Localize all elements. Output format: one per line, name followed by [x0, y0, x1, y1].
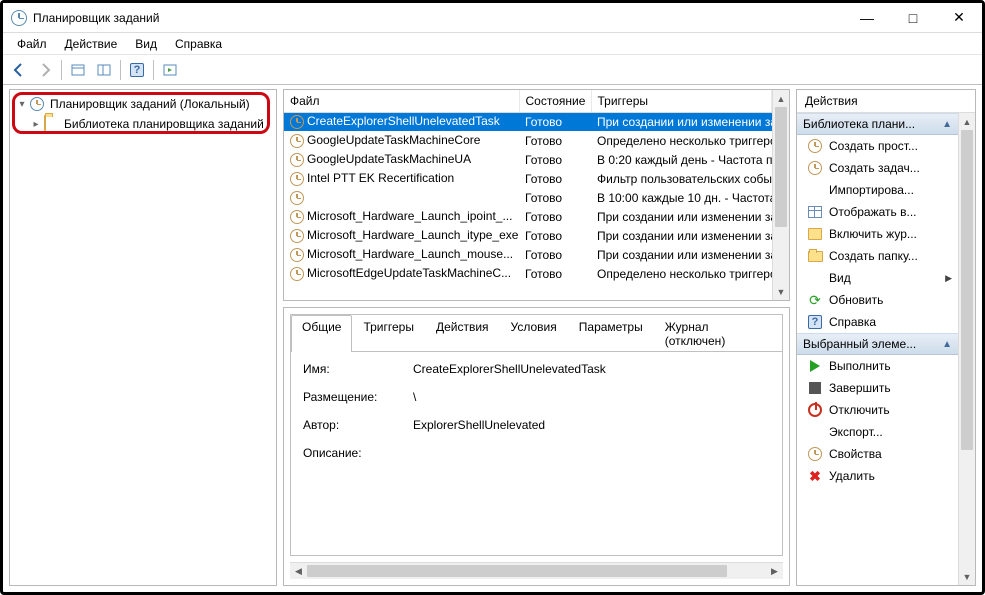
- list-vscrollbar[interactable]: ▲ ▼: [772, 90, 789, 300]
- clock-icon: [290, 115, 304, 129]
- label-author: Автор:: [303, 418, 413, 432]
- chevron-right-icon: ▶: [945, 273, 952, 284]
- menu-view[interactable]: Вид: [127, 35, 165, 53]
- toolbar-btn-3[interactable]: [158, 58, 182, 82]
- value-author: ExplorerShellUnelevated: [413, 418, 545, 432]
- clock-icon: [290, 134, 304, 148]
- action-delete[interactable]: ✖Удалить: [797, 465, 958, 487]
- col-name[interactable]: Файл: [284, 90, 519, 112]
- table-row[interactable]: MicrosoftEdgeUpdateTaskMachineC...Готово…: [284, 264, 772, 283]
- close-button[interactable]: ✕: [936, 3, 982, 33]
- action-properties[interactable]: Свойства: [797, 443, 958, 465]
- action-export[interactable]: Экспорт...: [797, 421, 958, 443]
- action-help[interactable]: ?Справка: [797, 311, 958, 333]
- titlebar: Планировщик заданий — □ ✕: [3, 3, 982, 33]
- actions-group-library[interactable]: Библиотека плани... ▲: [797, 113, 958, 135]
- table-row[interactable]: GoogleUpdateTaskMachineCoreГотовоОпредел…: [284, 131, 772, 150]
- action-new-folder[interactable]: Создать папку...: [797, 245, 958, 267]
- scheduler-icon: [30, 96, 46, 112]
- table-row[interactable]: ГотовоВ 10:00 каждые 10 дн. - Частота по: [284, 188, 772, 207]
- chevron-right-icon[interactable]: ▸: [30, 118, 42, 130]
- tree-root-label: Планировщик заданий (Локальный): [50, 97, 250, 111]
- nav-forward-button[interactable]: [33, 58, 57, 82]
- tree-panel: ▾ Планировщик заданий (Локальный) ▸ Библ…: [9, 89, 277, 586]
- label-name: Имя:: [303, 362, 413, 376]
- minimize-button[interactable]: —: [844, 3, 890, 33]
- col-status[interactable]: Состояние: [519, 90, 591, 112]
- task-list-panel: Файл Состояние Триггеры CreateExplorerSh…: [283, 89, 790, 301]
- clock-icon: [290, 172, 304, 186]
- value-name: CreateExplorerShellUnelevatedTask: [413, 362, 606, 376]
- tab-actions[interactable]: Действия: [425, 315, 500, 352]
- tree-library-label: Библиотека планировщика заданий: [64, 117, 264, 131]
- table-row[interactable]: Microsoft_Hardware_Launch_itype_exeГотов…: [284, 226, 772, 245]
- tab-settings[interactable]: Параметры: [568, 315, 654, 352]
- chevron-up-icon: ▲: [942, 339, 952, 350]
- app-icon: [11, 10, 27, 26]
- menu-file[interactable]: Файл: [9, 35, 55, 53]
- maximize-button[interactable]: □: [890, 3, 936, 33]
- clock-icon: [290, 267, 304, 281]
- menu-help[interactable]: Справка: [167, 35, 230, 53]
- action-display-running[interactable]: Отображать в...: [797, 201, 958, 223]
- toolbar-btn-1[interactable]: [66, 58, 90, 82]
- actions-vscrollbar[interactable]: ▲ ▼: [958, 113, 975, 585]
- window-title: Планировщик заданий: [33, 11, 159, 25]
- action-import[interactable]: Импортирова...: [797, 179, 958, 201]
- table-row[interactable]: GoogleUpdateTaskMachineUAГотовоВ 0:20 ка…: [284, 150, 772, 169]
- label-location: Размещение:: [303, 390, 413, 404]
- clock-icon: [290, 248, 304, 262]
- clock-icon: [290, 191, 304, 205]
- table-row[interactable]: Microsoft_Hardware_Launch_mouse...Готово…: [284, 245, 772, 264]
- action-create-basic[interactable]: Создать прост...: [797, 135, 958, 157]
- actions-group-library-label: Библиотека плани...: [803, 117, 915, 131]
- value-location: \: [413, 390, 416, 404]
- details-panel: Общие Триггеры Действия Условия Параметр…: [283, 307, 790, 586]
- label-description: Описание:: [303, 446, 413, 460]
- table-row[interactable]: CreateExplorerShellUnelevatedTaskГотовоП…: [284, 112, 772, 131]
- nav-back-button[interactable]: [7, 58, 31, 82]
- toolbar-help-button[interactable]: ?: [125, 58, 149, 82]
- details-hscrollbar[interactable]: ◀ ▶: [290, 562, 783, 579]
- actions-group-selected-label: Выбранный элеме...: [803, 337, 916, 351]
- toolbar: ?: [3, 55, 982, 85]
- actions-group-selected[interactable]: Выбранный элеме... ▲: [797, 333, 958, 355]
- toolbar-btn-2[interactable]: [92, 58, 116, 82]
- tree-root[interactable]: ▾ Планировщик заданий (Локальный): [14, 94, 272, 114]
- chevron-up-icon: ▲: [942, 119, 952, 130]
- action-refresh[interactable]: ⟳Обновить: [797, 289, 958, 311]
- clock-icon: [290, 210, 304, 224]
- action-create-task[interactable]: Создать задач...: [797, 157, 958, 179]
- tab-conditions[interactable]: Условия: [500, 315, 568, 352]
- tab-history[interactable]: Журнал (отключен): [654, 315, 782, 352]
- clock-icon: [290, 229, 304, 243]
- folder-icon: [44, 116, 60, 132]
- col-triggers[interactable]: Триггеры: [591, 90, 772, 112]
- action-view[interactable]: Вид▶: [797, 267, 958, 289]
- tab-general[interactable]: Общие: [291, 315, 352, 352]
- table-row[interactable]: Intel PTT EK RecertificationГотовоФильтр…: [284, 169, 772, 188]
- action-end[interactable]: Завершить: [797, 377, 958, 399]
- task-table[interactable]: Файл Состояние Триггеры CreateExplorerSh…: [284, 90, 772, 283]
- actions-title: Действия: [797, 90, 975, 113]
- action-disable[interactable]: Отключить: [797, 399, 958, 421]
- menu-action[interactable]: Действие: [57, 35, 126, 53]
- actions-panel: Действия Библиотека плани... ▲ Создать п…: [796, 89, 976, 586]
- action-enable-history[interactable]: Включить жур...: [797, 223, 958, 245]
- menubar: Файл Действие Вид Справка: [3, 33, 982, 55]
- clock-icon: [290, 153, 304, 167]
- details-tabs: Общие Триггеры Действия Условия Параметр…: [291, 315, 782, 352]
- tree-library[interactable]: ▸ Библиотека планировщика заданий: [14, 114, 272, 134]
- action-run[interactable]: Выполнить: [797, 355, 958, 377]
- table-row[interactable]: Microsoft_Hardware_Launch_ipoint_...Гото…: [284, 207, 772, 226]
- tab-triggers[interactable]: Триггеры: [352, 315, 425, 352]
- chevron-down-icon[interactable]: ▾: [16, 98, 28, 110]
